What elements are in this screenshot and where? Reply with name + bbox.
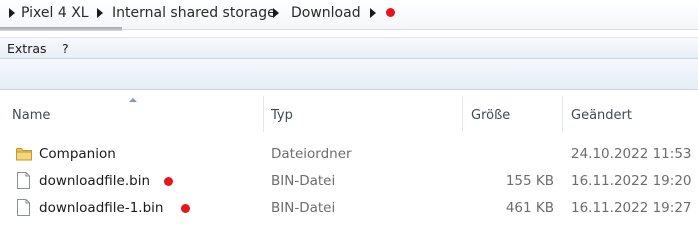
column-header-size[interactable]: Größe (471, 108, 510, 124)
file-icon (17, 172, 30, 189)
red-marker-dot (164, 177, 173, 186)
file-modified: 24.10.2022 11:53 (571, 146, 692, 162)
file-modified: 16.11.2022 19:27 (571, 200, 692, 216)
file-name[interactable]: Companion (39, 146, 116, 163)
address-bar[interactable]: Pixel 4 XL Internal shared storage Downl… (0, 0, 698, 31)
red-marker-dot (386, 8, 395, 17)
file-size: 461 KB (505, 200, 554, 216)
breadcrumb-arrow-icon[interactable] (9, 8, 15, 18)
red-marker-dot (181, 204, 190, 213)
sort-ascending-icon (129, 98, 137, 102)
folder-icon (16, 148, 32, 161)
breadcrumb-arrow-icon[interactable] (273, 8, 279, 18)
list-item[interactable]: downloadfile.bin BIN-Datei 155 KB 16.11.… (0, 169, 698, 195)
list-item[interactable]: Companion Dateiordner 24.10.2022 11:53 (0, 142, 698, 168)
column-divider[interactable] (462, 96, 463, 132)
address-bar-shadow (0, 27, 122, 31)
breadcrumb-item-download[interactable]: Download (291, 4, 361, 22)
column-header-row: Name Typ Größe Geändert (0, 96, 698, 136)
breadcrumb-arrow-icon[interactable] (97, 8, 103, 18)
column-divider[interactable] (263, 96, 264, 132)
list-item[interactable]: downloadfile-1.bin BIN-Datei 461 KB 16.1… (0, 196, 698, 222)
file-type: Dateiordner (271, 146, 352, 162)
breadcrumb-arrow-icon[interactable] (370, 8, 376, 18)
file-icon (17, 199, 30, 216)
file-size: 155 KB (505, 173, 554, 189)
file-name[interactable]: downloadfile-1.bin (39, 200, 163, 217)
column-header-name[interactable]: Name (12, 108, 50, 124)
file-modified: 16.11.2022 19:20 (571, 173, 692, 189)
column-divider[interactable] (562, 96, 563, 132)
file-name[interactable]: downloadfile.bin (39, 173, 150, 190)
menu-bar: Extras ? (0, 37, 698, 59)
menu-item-help[interactable]: ? (62, 41, 69, 56)
menu-item-extras[interactable]: Extras (7, 41, 47, 56)
file-type: BIN-Datei (271, 200, 336, 216)
breadcrumb-item-storage[interactable]: Internal shared storage (112, 4, 276, 22)
breadcrumb-item-device[interactable]: Pixel 4 XL (21, 4, 89, 22)
column-header-modified[interactable]: Geändert (571, 108, 632, 124)
file-type: BIN-Datei (271, 173, 336, 189)
command-toolbar (0, 59, 698, 90)
column-header-type[interactable]: Typ (271, 108, 293, 124)
